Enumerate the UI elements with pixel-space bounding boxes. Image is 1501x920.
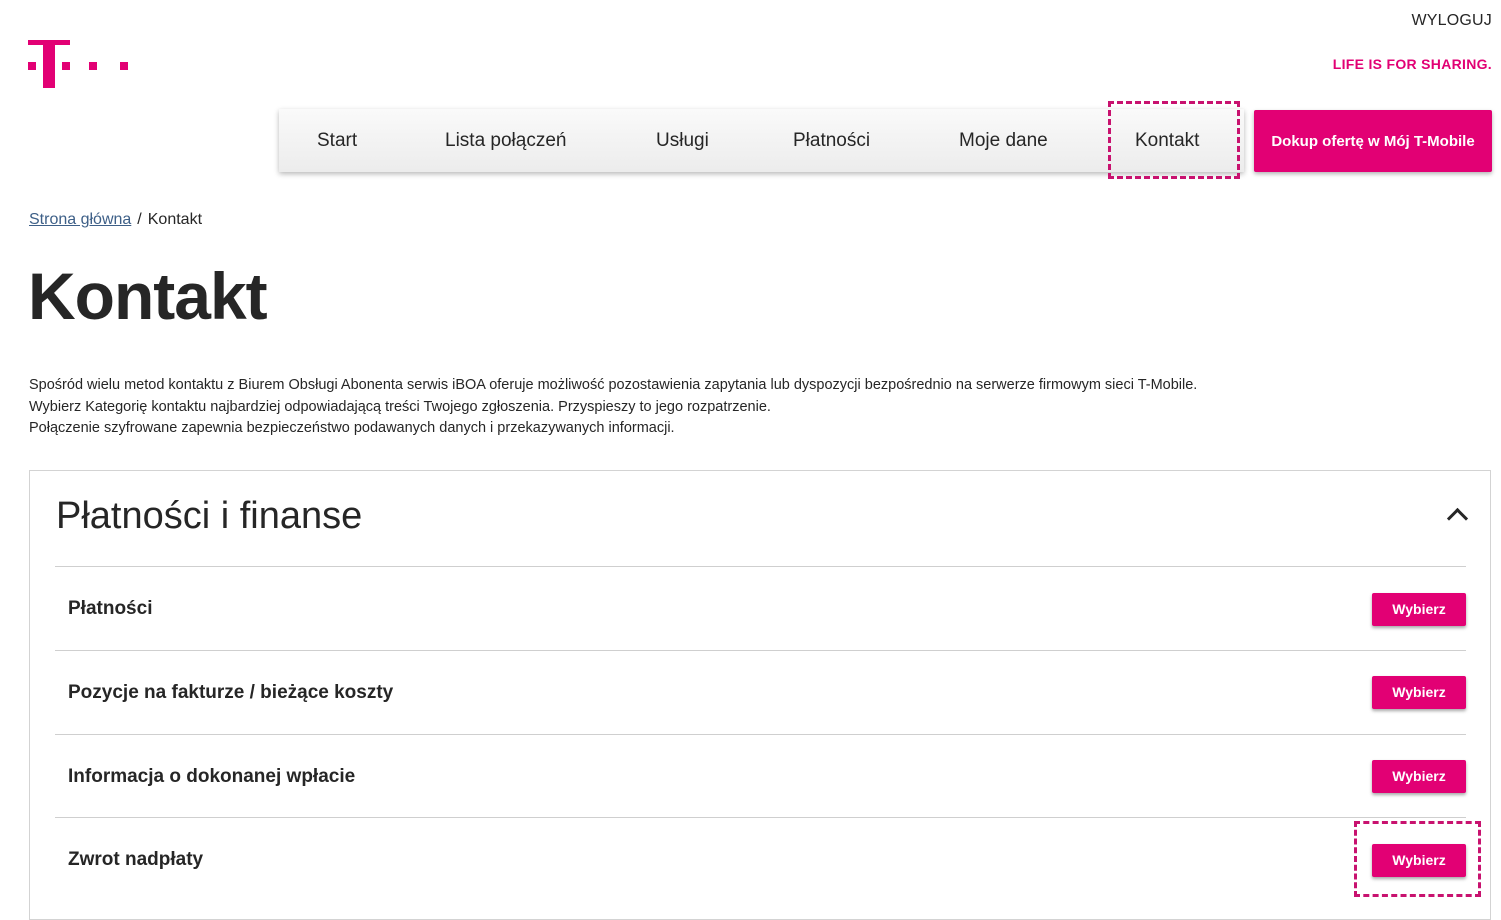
breadcrumb-separator: / [137, 211, 142, 228]
chevron-up-icon[interactable] [1446, 507, 1469, 530]
intro-line-3: Połączenie szyfrowane zapewnia bezpiecze… [29, 420, 675, 436]
logo-t-stem [43, 40, 55, 88]
breadcrumb-home-link[interactable]: Strona główna [29, 211, 131, 228]
nav-item-my-data[interactable]: Moje dane [959, 109, 1048, 172]
list-item: Zwrot nadpłaty Wybierz [55, 817, 1466, 902]
intro-text: Spośród wielu metod kontaktu z Biurem Ob… [29, 375, 1197, 440]
main-nav: Start Lista połączeń Usługi Płatności Mo… [279, 109, 1244, 172]
list-item: Płatności Wybierz [55, 566, 1466, 651]
row-label: Zwrot nadpłaty [68, 849, 204, 870]
choose-button[interactable]: Wybierz [1372, 760, 1466, 793]
logo-dot-right-1 [89, 62, 97, 70]
choose-button[interactable]: Wybierz [1372, 593, 1466, 626]
refund-button-highlight [1354, 821, 1481, 897]
logout-link[interactable]: WYLOGUJ [1411, 12, 1492, 30]
slogan: LIFE IS FOR SHARING. [1332, 56, 1492, 72]
breadcrumb-current: Kontakt [147, 211, 203, 228]
choose-button[interactable]: Wybierz [1372, 676, 1466, 709]
page-title: Kontakt [28, 259, 268, 333]
list-item: Informacja o dokonanej wpłacie Wybierz [55, 734, 1466, 818]
list-item: Pozycje na fakturze / bieżące koszty Wyb… [55, 650, 1466, 735]
nav-item-services[interactable]: Usługi [656, 109, 709, 172]
logo-dot-mid [62, 62, 70, 70]
logo-dot-right-2 [120, 62, 128, 70]
breadcrumb: Strona główna / Kontakt [29, 211, 202, 229]
intro-line-2: Wybierz Kategorię kontaktu najbardziej o… [29, 398, 771, 415]
row-label: Informacja o dokonanej wpłacie [68, 766, 356, 787]
logo-dot-left [28, 62, 36, 70]
nav-contact-highlight [1108, 101, 1240, 179]
payments-finance-panel: Płatności i finanse Płatności Wybierz Po… [29, 470, 1491, 920]
nav-item-start[interactable]: Start [317, 109, 357, 172]
row-label: Płatności [68, 598, 153, 619]
row-label: Pozycje na fakturze / bieżące koszty [68, 682, 394, 703]
t-mobile-logo[interactable] [28, 40, 132, 90]
intro-line-1: Spośród wielu metod kontaktu z Biurem Ob… [29, 377, 1198, 393]
buy-offer-button[interactable]: Dokup ofertę w Mój T-Mobile [1254, 110, 1492, 172]
nav-item-call-list[interactable]: Lista połączeń [445, 109, 566, 172]
nav-item-payments[interactable]: Płatności [793, 109, 870, 172]
section-title: Płatności i finanse [56, 495, 363, 537]
